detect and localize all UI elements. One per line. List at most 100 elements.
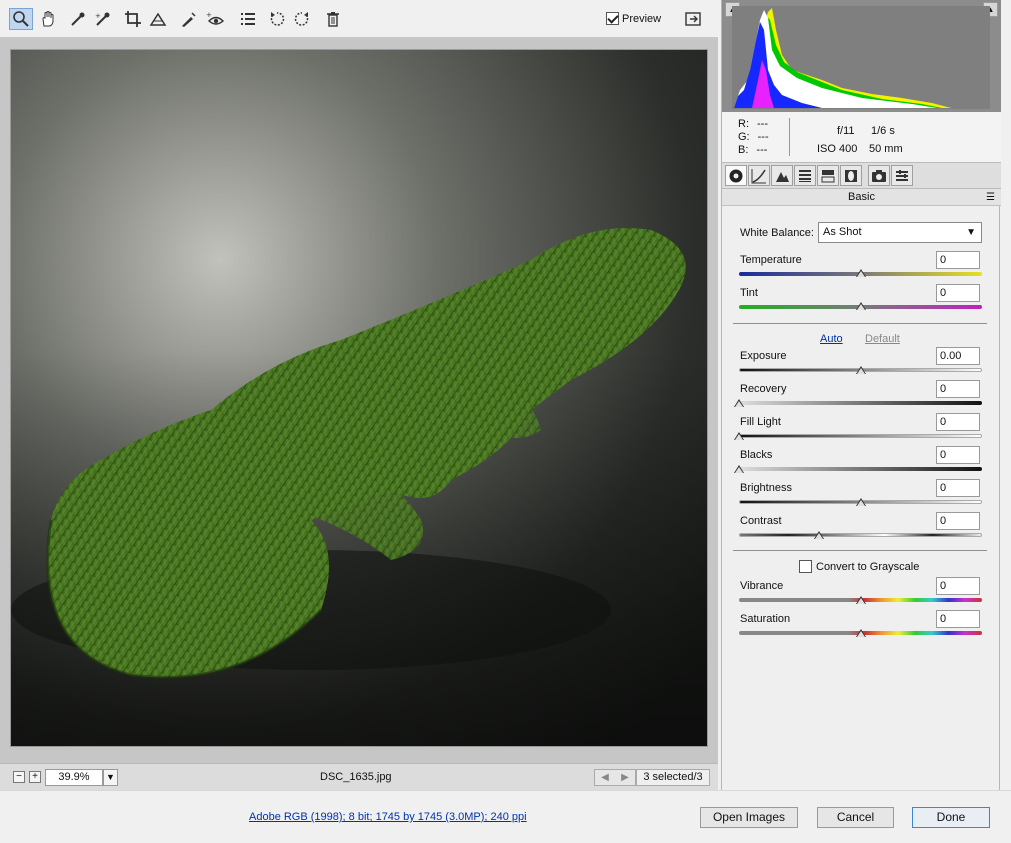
- red-eye-icon: +: [206, 11, 224, 25]
- aperture-icon: [729, 169, 743, 182]
- red-eye-tool-button[interactable]: +: [203, 8, 227, 30]
- crop-tool-button[interactable]: [121, 8, 145, 30]
- preview-checkbox[interactable]: [606, 12, 619, 25]
- brightness-slider-thumb[interactable]: [855, 498, 866, 506]
- brightness-label: Brightness: [740, 482, 792, 494]
- hsl-icon: [799, 169, 811, 182]
- g-label: G:: [738, 131, 750, 143]
- tint-slider-thumb[interactable]: [855, 302, 866, 310]
- r-value: ---: [757, 118, 768, 130]
- tab-detail[interactable]: [771, 165, 793, 186]
- photo-preview[interactable]: [10, 49, 708, 747]
- tab-split-toning[interactable]: [817, 165, 839, 186]
- camera-info: f/11 1/6 s ISO 400 50 mm: [817, 122, 903, 158]
- svg-text:+: +: [206, 11, 212, 19]
- filename-label: DSC_1635.jpg: [320, 771, 392, 783]
- status-bar: − + 39.9% ▼ DSC_1635.jpg ◀ ▶ 3 selected/…: [0, 763, 718, 790]
- temperature-input[interactable]: 0: [936, 251, 980, 269]
- recovery-slider-thumb[interactable]: [734, 399, 744, 407]
- pixel-info: R: --- G: --- B: --- f/11 1/6 s ISO 400 50 mm: [722, 112, 1001, 163]
- color-sampler-tool-button[interactable]: +: [91, 8, 115, 30]
- zoom-tool-button[interactable]: [9, 8, 33, 30]
- fullscreen-button[interactable]: [681, 8, 705, 30]
- histogram: ▲ ▲: [722, 0, 1001, 112]
- b-label: B:: [738, 144, 749, 156]
- saturation-label: Saturation: [740, 613, 791, 625]
- temperature-label: Temperature: [740, 254, 802, 266]
- tint-label: Tint: [740, 287, 758, 299]
- white-balance-tool-button[interactable]: [66, 8, 90, 30]
- open-images-button[interactable]: Open Images: [700, 807, 798, 828]
- trash-button[interactable]: [321, 8, 345, 30]
- selection-count: 3 selected/3: [636, 769, 710, 786]
- panel-tabs: [722, 163, 1001, 189]
- white-balance-select[interactable]: As Shot ▼: [818, 222, 982, 243]
- blacks-slider-track[interactable]: [739, 467, 982, 471]
- recovery-slider-track[interactable]: [739, 401, 982, 405]
- crop-icon: [125, 11, 141, 27]
- presets-icon: [896, 169, 908, 181]
- vibrance-label: Vibrance: [740, 580, 784, 592]
- rotate-cw-button[interactable]: [290, 8, 314, 30]
- iso-value: ISO 400: [817, 143, 858, 155]
- section-divider: [733, 550, 987, 551]
- blacks-input[interactable]: 0: [936, 446, 980, 464]
- zoom-dropdown[interactable]: ▼: [103, 769, 118, 786]
- blacks-label: Blacks: [740, 449, 773, 461]
- r-label: R:: [738, 118, 749, 130]
- done-button[interactable]: Done: [912, 807, 990, 828]
- grayscale-checkbox[interactable]: [799, 560, 812, 573]
- contrast-input[interactable]: 0: [936, 512, 980, 530]
- tab-tone-curve[interactable]: [748, 165, 770, 186]
- previous-image-button[interactable]: ◀: [601, 772, 609, 783]
- grayscale-toggle[interactable]: Convert to Grayscale: [799, 560, 919, 573]
- dialog-footer: Adobe RGB (1998); 8 bit; 1745 by 1745 (3…: [0, 790, 1011, 843]
- rotate-ccw-button[interactable]: [265, 8, 289, 30]
- preview-toggle[interactable]: Preview: [606, 12, 661, 25]
- workflow-options-link[interactable]: Adobe RGB (1998); 8 bit; 1745 by 1745 (3…: [249, 811, 527, 823]
- detail-icon: [776, 171, 789, 182]
- exposure-slider-thumb[interactable]: [855, 366, 866, 374]
- zoom-level-field[interactable]: 39.9%: [45, 769, 103, 786]
- saturation-slider-thumb[interactable]: [855, 629, 866, 637]
- saturation-input[interactable]: 0: [936, 610, 980, 628]
- temperature-slider-thumb[interactable]: [855, 269, 866, 277]
- preferences-button[interactable]: [236, 8, 260, 30]
- hand-tool-button[interactable]: [36, 8, 60, 30]
- white-balance-label: White Balance:: [740, 227, 814, 239]
- contrast-label: Contrast: [740, 515, 782, 527]
- zoom-out-button[interactable]: −: [13, 771, 25, 783]
- aperture-value: f/11: [837, 125, 855, 137]
- tab-basic[interactable]: [725, 165, 747, 186]
- panel-title: Basic: [848, 191, 875, 203]
- fill-light-input[interactable]: 0: [936, 413, 980, 431]
- recovery-input[interactable]: 0: [936, 380, 980, 398]
- straighten-icon: [149, 12, 167, 26]
- brightness-input[interactable]: 0: [936, 479, 980, 497]
- next-image-button[interactable]: ▶: [621, 772, 629, 783]
- fill-light-slider-thumb[interactable]: [734, 432, 744, 440]
- fill-light-slider-track[interactable]: [739, 434, 982, 438]
- tab-presets[interactable]: [891, 165, 913, 186]
- panel-menu-icon[interactable]: ☰: [986, 189, 995, 206]
- blacks-slider-thumb[interactable]: [734, 465, 744, 473]
- tab-camera-calibration[interactable]: [868, 165, 890, 186]
- chevron-down-icon: ▼: [966, 227, 976, 238]
- tint-input[interactable]: 0: [936, 284, 980, 302]
- rotate-cw-icon: [294, 12, 309, 26]
- cancel-button[interactable]: Cancel: [817, 807, 894, 828]
- vibrance-input[interactable]: 0: [936, 577, 980, 595]
- tab-hsl[interactable]: [794, 165, 816, 186]
- preferences-icon: [241, 13, 255, 25]
- contrast-slider-track[interactable]: [739, 533, 982, 537]
- auto-link[interactable]: Auto: [820, 333, 843, 345]
- straighten-tool-button[interactable]: [146, 8, 170, 30]
- zoom-in-button[interactable]: +: [29, 771, 41, 783]
- vibrance-slider-thumb[interactable]: [855, 596, 866, 604]
- retouch-tool-button[interactable]: [176, 8, 200, 30]
- default-link[interactable]: Default: [865, 333, 900, 345]
- exposure-input[interactable]: 0.00: [936, 347, 980, 365]
- section-divider: [733, 323, 987, 324]
- tab-lens-corrections[interactable]: [840, 165, 862, 186]
- contrast-slider-thumb[interactable]: [814, 531, 825, 539]
